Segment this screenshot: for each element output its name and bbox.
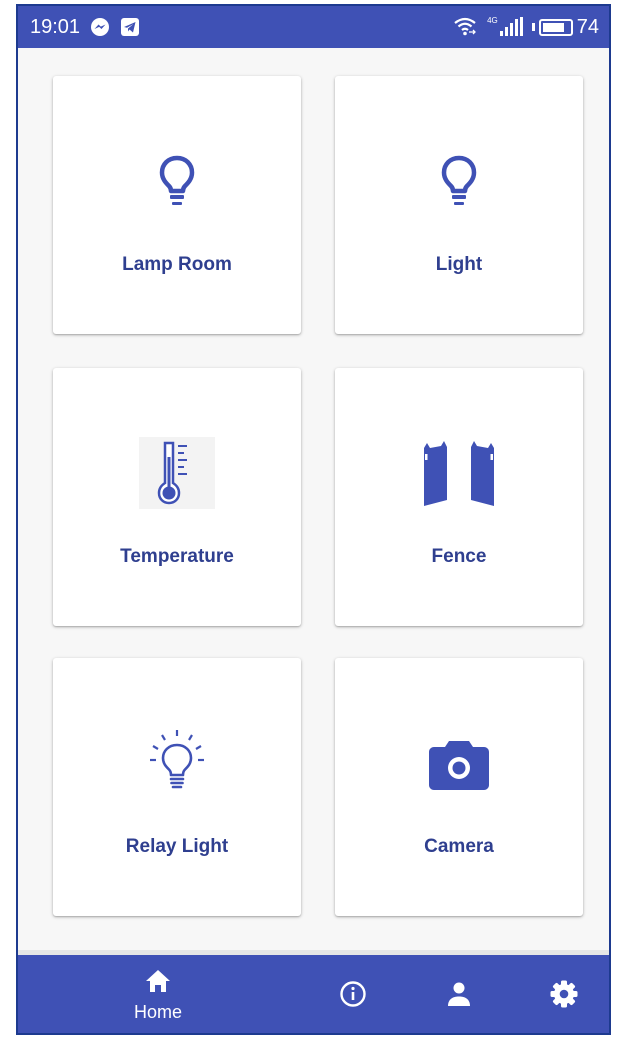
lightbulb-icon <box>335 136 583 226</box>
lightbulb-on-icon <box>53 718 301 808</box>
device-grid: Lamp Room Light Temperature Fence Relay … <box>18 48 609 950</box>
telegram-icon <box>120 17 140 37</box>
gate-icon <box>335 428 583 518</box>
nav-settings[interactable] <box>539 955 589 1033</box>
device-card-label: Relay Light <box>125 836 229 857</box>
phone-frame: 19:01 4G 74 Lamp Room Light Temperature … <box>16 4 611 1035</box>
device-card-temperature[interactable]: Temperature <box>53 368 301 626</box>
battery-level: 74 <box>576 15 599 38</box>
messenger-icon <box>90 17 110 37</box>
camera-icon <box>335 718 583 808</box>
network-type: 4G <box>487 16 498 25</box>
person-icon <box>446 981 472 1012</box>
nav-profile[interactable] <box>434 955 484 1033</box>
signal-icon: 4G <box>487 17 526 37</box>
device-card-camera[interactable]: Camera <box>335 658 583 916</box>
home-icon <box>145 969 171 998</box>
status-bar: 19:01 4G 74 <box>18 6 609 48</box>
nav-home-label: Home <box>133 1002 182 1022</box>
device-card-lamp-room[interactable]: Lamp Room <box>53 76 301 334</box>
device-card-fence[interactable]: Fence <box>335 368 583 626</box>
lightbulb-icon <box>53 136 301 226</box>
nav-info[interactable] <box>328 955 378 1033</box>
wifi-icon <box>453 17 477 37</box>
bottom-navigation: Home <box>18 955 609 1033</box>
device-card-label: Fence <box>431 546 487 567</box>
battery-icon: 74 <box>531 15 599 39</box>
nav-home[interactable]: Home <box>123 955 193 1033</box>
device-card-label: Temperature <box>120 546 234 567</box>
device-card-relay-light[interactable]: Relay Light <box>53 658 301 916</box>
device-card-light[interactable]: Light <box>335 76 583 334</box>
device-card-label: Light <box>435 254 483 275</box>
device-card-label: Lamp Room <box>122 254 232 275</box>
device-card-label: Camera <box>424 836 494 857</box>
thermometer-icon <box>53 428 301 518</box>
status-time: 19:01 <box>30 15 81 38</box>
settings-icon <box>549 979 579 1014</box>
info-icon <box>339 980 367 1013</box>
